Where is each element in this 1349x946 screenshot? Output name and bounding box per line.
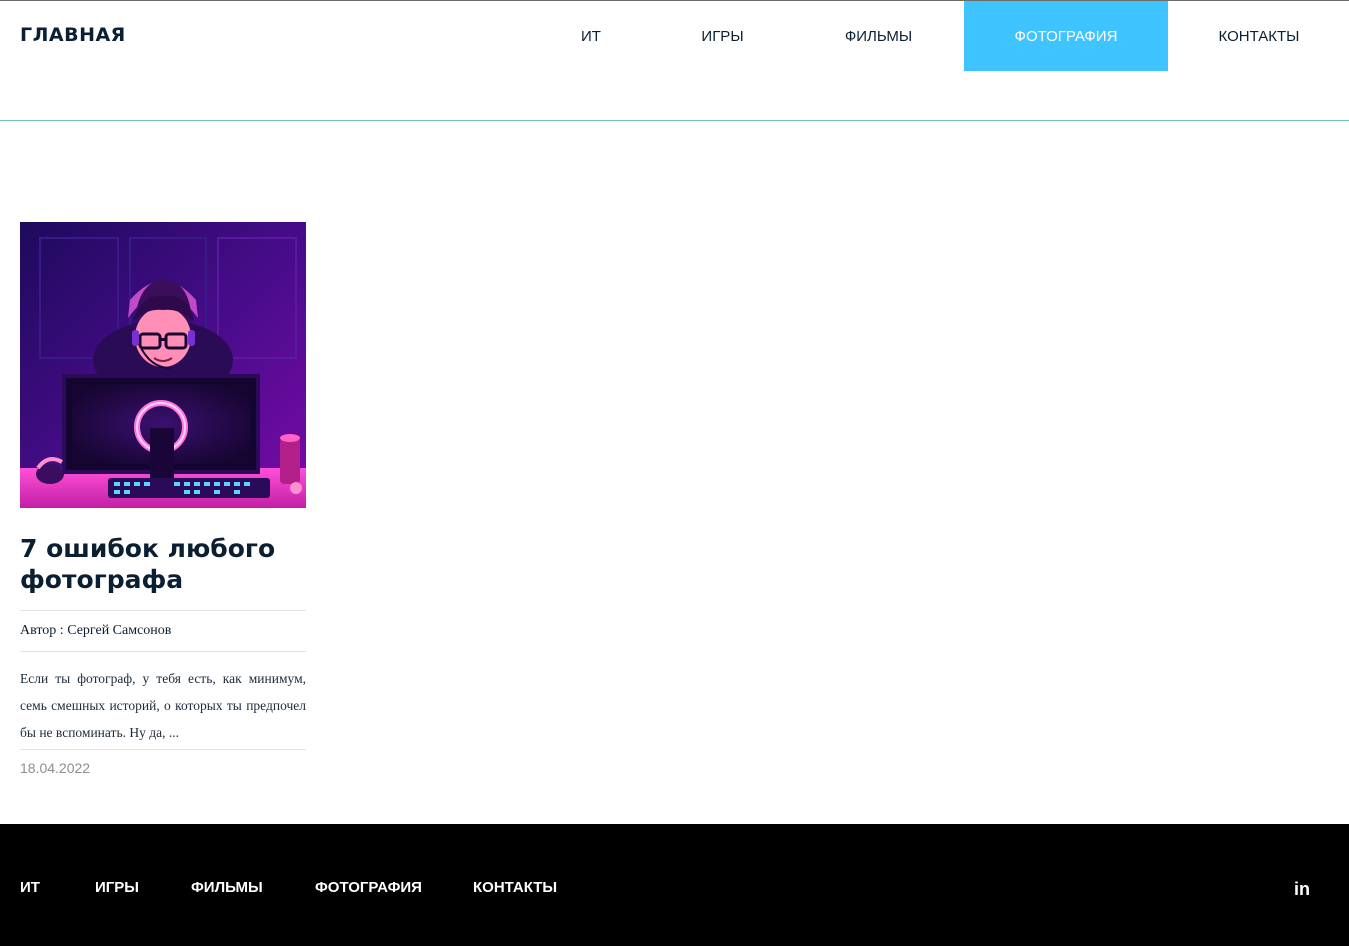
- nav-item-films[interactable]: ФИЛЬМЫ: [823, 1, 934, 71]
- footer-nav-photography[interactable]: ФОТОГРАФИЯ: [315, 879, 422, 896]
- footer-nav-contacts[interactable]: КОНТАКТЫ: [473, 879, 557, 896]
- article-date: 18.04.2022: [20, 760, 91, 776]
- nav-item-games[interactable]: ИГРЫ: [680, 1, 765, 71]
- article-title[interactable]: 7 ошибок любого фотографа: [20, 508, 306, 595]
- site-header: ГЛАВНАЯ ИТ ИГРЫ ФИЛЬМЫ ФОТОГРАФИЯ КОНТАК…: [0, 1, 1349, 121]
- main-content: 7 ошибок любого фотографа Автор : Сергей…: [0, 121, 1349, 824]
- footer-nav-it[interactable]: ИТ: [20, 879, 40, 896]
- nav-item-it[interactable]: ИТ: [556, 1, 626, 71]
- article-card: 7 ошибок любого фотографа Автор : Сергей…: [20, 222, 306, 776]
- site-footer: ИТ ИГРЫ ФИЛЬМЫ ФОТОГРАФИЯ КОНТАКТЫ in: [0, 824, 1349, 946]
- logo-home-link[interactable]: ГЛАВНАЯ: [20, 24, 126, 46]
- article-excerpt: Если ты фотограф, у тебя есть, как миним…: [20, 671, 306, 740]
- nav-item-contacts[interactable]: КОНТАКТЫ: [1198, 1, 1320, 71]
- nav-item-photography[interactable]: ФОТОГРАФИЯ: [964, 1, 1168, 71]
- footer-nav-games[interactable]: ИГРЫ: [95, 879, 139, 896]
- gamer-illustration-image[interactable]: [20, 222, 306, 508]
- footer-nav-films[interactable]: ФИЛЬМЫ: [191, 879, 263, 896]
- article-author: Автор : Сергей Самсонов: [20, 623, 172, 638]
- linkedin-icon[interactable]: in: [1294, 879, 1310, 900]
